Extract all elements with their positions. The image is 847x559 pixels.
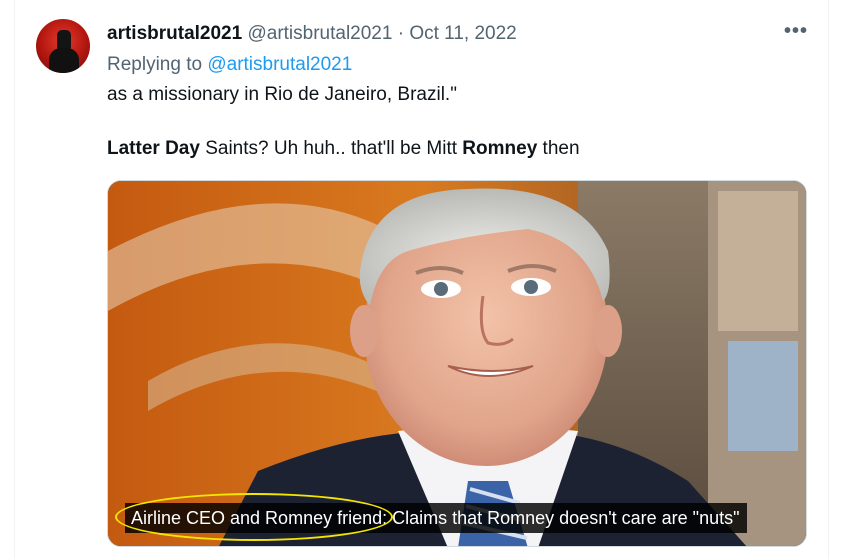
replying-handle-link[interactable]: @artisbrutal2021 (207, 54, 352, 75)
replying-prefix: Replying to (107, 54, 208, 75)
user-handle[interactable]: @artisbrutal2021 (247, 23, 392, 44)
tweet-text-line1: as a missionary in Rio de Janeiro, Brazi… (107, 84, 457, 105)
tweet-date[interactable]: Oct 11, 2022 (409, 23, 516, 44)
text-plain-2: then (537, 138, 580, 159)
replying-to: Replying to @artisbrutal2021 (107, 52, 352, 78)
avatar[interactable] (36, 19, 90, 73)
image-caption: Airline CEO and Romney friend: Claims th… (125, 503, 748, 533)
text-bold-romney: Romney (462, 138, 538, 159)
more-options-icon[interactable]: ••• (784, 20, 808, 43)
display-name[interactable]: artisbrutal2021 (107, 23, 242, 44)
text-plain-1: Saints? Uh huh.. that'll be Mitt (199, 138, 463, 159)
news-interview-photo (108, 181, 806, 546)
tweet-text-line2: Latter Day Saints? Uh huh.. that'll be M… (107, 136, 580, 162)
text-bold-latter-day: Latter Day (107, 138, 200, 159)
tweet-header: artisbrutal2021 @artisbrutal2021 · Oct 1… (107, 21, 517, 47)
avatar-figure-head (57, 30, 71, 50)
tweet-media-image[interactable]: Airline CEO and Romney friend: Claims th… (107, 180, 807, 547)
avatar-figure-body (49, 48, 79, 73)
separator-dot: · (397, 23, 405, 44)
